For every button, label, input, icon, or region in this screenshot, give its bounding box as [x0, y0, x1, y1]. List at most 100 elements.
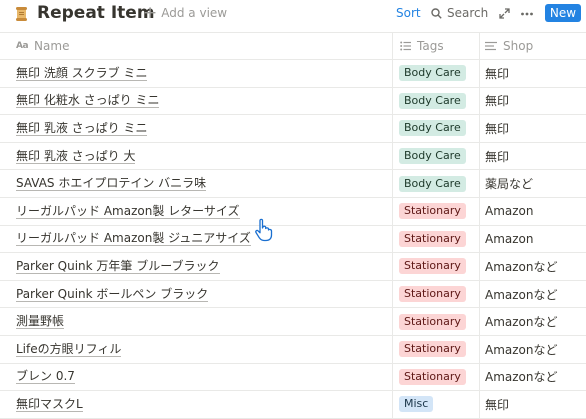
- shop-cell[interactable]: 無印: [480, 115, 586, 142]
- add-view-label: Add a view: [161, 6, 228, 20]
- table-row[interactable]: Lifeの方眼リフィル Stationary Amazonなど: [0, 335, 586, 364]
- item-name[interactable]: 無印 乳液 さっぱり 大: [16, 149, 136, 164]
- tags-cell[interactable]: Misc: [393, 391, 480, 418]
- new-button[interactable]: New: [545, 4, 581, 22]
- shop-cell[interactable]: Amazon: [480, 198, 586, 225]
- shop-value: Amazonなど: [485, 259, 558, 274]
- item-name[interactable]: Parker Quink 万年筆 ブルーブラック: [16, 259, 220, 274]
- item-name[interactable]: リーガルパッド Amazon製 ジュニアサイズ: [16, 231, 251, 247]
- tags-cell[interactable]: Body Care: [393, 170, 480, 197]
- scroll-icon: [16, 7, 27, 21]
- name-cell[interactable]: リーガルパッド Amazon製 レターサイズ: [0, 197, 393, 225]
- tags-cell[interactable]: Body Care: [393, 60, 480, 87]
- name-cell[interactable]: Lifeの方眼リフィル: [0, 335, 393, 363]
- tags-cell[interactable]: Stationary: [393, 335, 480, 363]
- plus-icon: +: [143, 3, 158, 23]
- sort-button[interactable]: Sort: [396, 6, 421, 20]
- tag-badge: Body Care: [399, 92, 466, 109]
- name-cell[interactable]: Parker Quink 万年筆 ブルーブラック: [0, 253, 393, 280]
- item-name[interactable]: 無印 乳液 さっぱり ミニ: [16, 121, 148, 136]
- tags-cell[interactable]: Stationary: [393, 197, 480, 225]
- table-body: 無印 洗顔 スクラブ ミニ Body Care 無印 無印 化粧水 さっぱり ミニ Bo…: [0, 60, 586, 419]
- shop-cell[interactable]: 無印: [480, 60, 586, 87]
- shop-cell[interactable]: Amazonなど: [480, 281, 586, 308]
- shop-cell[interactable]: Amazonなど: [480, 364, 586, 391]
- header-cell-tags[interactable]: Tags: [393, 33, 480, 59]
- name-cell[interactable]: 無印 乳液 さっぱり ミニ: [0, 115, 393, 142]
- column-tags-label: Tags: [417, 39, 444, 53]
- name-cell[interactable]: リーガルパッド Amazon製 ジュニアサイズ: [0, 225, 393, 253]
- item-name[interactable]: 無印 化粧水 さっぱり ミニ: [16, 93, 160, 109]
- shop-value: Amazonなど: [485, 287, 558, 302]
- name-cell[interactable]: 測量野帳: [0, 308, 393, 335]
- name-cell[interactable]: 無印 洗顔 スクラブ ミニ: [0, 60, 393, 87]
- tags-cell[interactable]: Body Care: [393, 87, 480, 115]
- item-name[interactable]: 測量野帳: [16, 314, 65, 330]
- table-row[interactable]: リーガルパッド Amazon製 レターサイズ Stationary Amazon: [0, 197, 586, 226]
- shop-cell[interactable]: Amazonなど: [480, 253, 586, 280]
- name-cell[interactable]: 無印 化粧水 さっぱり ミニ: [0, 87, 393, 115]
- table-header: Aa Name Tags Shop: [0, 32, 586, 60]
- text-type-icon: Aa: [16, 41, 29, 51]
- item-name[interactable]: Lifeの方眼リフィル: [16, 342, 122, 357]
- header-cell-name[interactable]: Aa Name: [0, 33, 393, 59]
- more-options-icon[interactable]: [520, 7, 534, 21]
- table-row[interactable]: 無印 洗顔 スクラブ ミニ Body Care 無印: [0, 60, 586, 88]
- shop-value: 無印: [485, 397, 510, 412]
- search-label: Search: [447, 6, 489, 20]
- tag-badge: Stationary: [399, 341, 466, 358]
- item-name[interactable]: リーガルパッド Amazon製 レターサイズ: [16, 204, 240, 219]
- database-table: Aa Name Tags Shop 無印 洗顔 スクラブ ミニ Body Car…: [0, 32, 586, 419]
- tag-badge: Stationary: [399, 203, 466, 220]
- table-row[interactable]: Parker Quink ボールペン ブラック Stationary Amazonな…: [0, 280, 586, 309]
- item-name[interactable]: Parker Quink ボールペン ブラック: [16, 287, 209, 302]
- item-name[interactable]: 無印 洗顔 スクラブ ミニ: [16, 66, 148, 81]
- item-name[interactable]: 無印マスクL: [16, 397, 83, 412]
- shop-value: Amazonなど: [485, 370, 558, 385]
- name-cell[interactable]: ブレン 0.7: [0, 363, 393, 391]
- table-row[interactable]: 無印 化粧水 さっぱり ミニ Body Care 無印: [0, 87, 586, 116]
- list-icon: [400, 41, 411, 51]
- expand-icon[interactable]: [499, 8, 510, 19]
- table-row[interactable]: SAVAS ホエイプロテイン バニラ味 Body Care 薬局など: [0, 170, 586, 198]
- item-name[interactable]: ブレン 0.7: [16, 369, 75, 385]
- shop-value: 無印: [485, 66, 510, 81]
- table-row[interactable]: 無印 乳液 さっぱり ミニ Body Care 無印: [0, 115, 586, 143]
- tags-cell[interactable]: Body Care: [393, 115, 480, 142]
- shop-cell[interactable]: Amazon: [480, 226, 586, 253]
- hand-pointer-icon: [255, 218, 273, 242]
- table-row[interactable]: Parker Quink 万年筆 ブルーブラック Stationary Amazon…: [0, 253, 586, 281]
- tags-cell[interactable]: Body Care: [393, 142, 480, 170]
- shop-cell[interactable]: 無印: [480, 391, 586, 418]
- search-button[interactable]: Search: [431, 6, 488, 20]
- shop-cell[interactable]: Amazonなど: [480, 308, 586, 335]
- name-cell[interactable]: Parker Quink ボールペン ブラック: [0, 280, 393, 308]
- table-row[interactable]: リーガルパッド Amazon製 ジュニアサイズ Stationary Amazon: [0, 225, 586, 254]
- topbar: Repeat Item + Add a view Sort Search New: [0, 0, 586, 30]
- table-row[interactable]: 測量野帳 Stationary Amazonなど: [0, 308, 586, 336]
- shop-value: Amazonなど: [485, 342, 558, 357]
- tags-cell[interactable]: Stationary: [393, 225, 480, 253]
- name-cell[interactable]: 無印マスクL: [0, 391, 393, 418]
- item-name[interactable]: SAVAS ホエイプロテイン バニラ味: [16, 176, 207, 192]
- shop-value: Amazonなど: [485, 315, 558, 330]
- tags-cell[interactable]: Stationary: [393, 280, 480, 308]
- tag-badge: Misc: [399, 396, 434, 413]
- table-row[interactable]: ブレン 0.7 Stationary Amazonなど: [0, 363, 586, 392]
- column-name-label: Name: [34, 39, 70, 53]
- shop-value: 無印: [485, 121, 510, 136]
- tags-cell[interactable]: Stationary: [393, 308, 480, 335]
- table-row[interactable]: 無印 乳液 さっぱり 大 Body Care 無印: [0, 142, 586, 171]
- shop-cell[interactable]: 薬局など: [480, 170, 586, 197]
- tags-cell[interactable]: Stationary: [393, 253, 480, 280]
- tags-cell[interactable]: Stationary: [393, 363, 480, 391]
- shop-cell[interactable]: 無印: [480, 88, 586, 115]
- shop-value: 無印: [485, 94, 510, 109]
- page-title: Repeat Item: [37, 3, 155, 23]
- shop-cell[interactable]: Amazonなど: [480, 336, 586, 363]
- add-view-button[interactable]: + Add a view: [143, 3, 228, 23]
- header-cell-shop[interactable]: Shop: [480, 33, 586, 59]
- name-cell[interactable]: SAVAS ホエイプロテイン バニラ味: [0, 170, 393, 197]
- name-cell[interactable]: 無印 乳液 さっぱり 大: [0, 142, 393, 170]
- shop-cell[interactable]: 無印: [480, 143, 586, 170]
